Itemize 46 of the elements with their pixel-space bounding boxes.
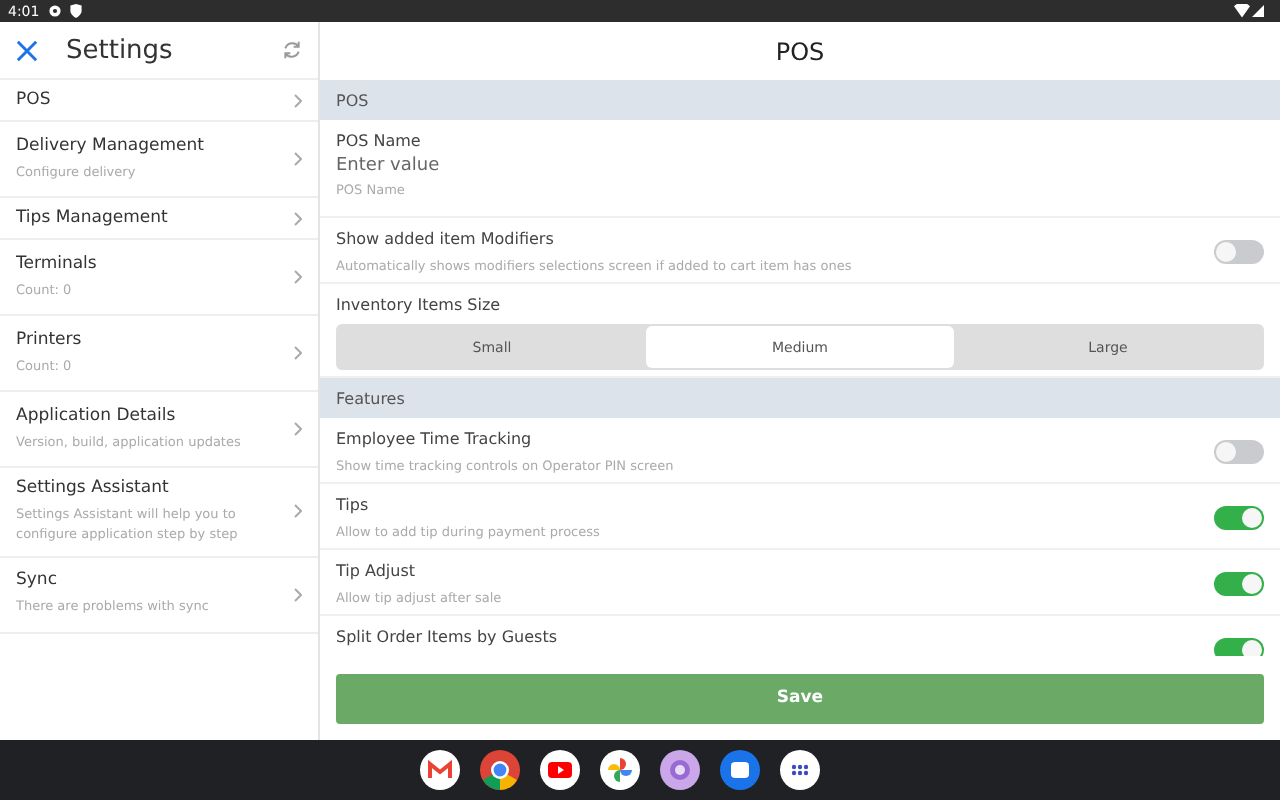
setting-label: Inventory Items Size	[336, 296, 503, 314]
close-icon[interactable]	[16, 39, 38, 61]
item-title: Delivery Management	[16, 135, 206, 156]
setting-label: Show added item Modifiers	[336, 230, 556, 248]
messages-app-icon[interactable]	[720, 750, 760, 790]
refresh-icon[interactable]	[282, 40, 302, 60]
section-header: POS	[320, 80, 1280, 120]
shield-icon	[69, 4, 82, 18]
chevron-icon	[294, 587, 302, 601]
item-title: Tips Management	[16, 208, 170, 228]
page-title: POS	[773, 35, 827, 69]
chevron-icon	[294, 152, 302, 166]
app-grid-icon[interactable]	[780, 750, 820, 790]
item-title: Sync	[16, 570, 59, 591]
chevron-icon	[294, 504, 302, 519]
signal-icon	[1252, 4, 1264, 18]
chevron-icon	[294, 270, 302, 284]
setting-label: Employee Time Tracking	[336, 430, 534, 448]
item-title: Terminals	[16, 253, 99, 274]
toggle-switch[interactable]	[1214, 440, 1264, 464]
setting-label: Split Order Items by Guests	[336, 628, 559, 646]
video-app-icon[interactable]	[540, 750, 580, 790]
item-title: POS	[16, 90, 53, 110]
chevron-icon	[294, 93, 302, 107]
sidebar-title: Settings	[66, 35, 175, 65]
sidebar-item[interactable]: POS	[0, 80, 318, 122]
mail-app-icon[interactable]	[420, 750, 460, 790]
chevron-icon	[294, 346, 302, 360]
browser-app-icon[interactable]	[480, 750, 520, 790]
wifi-icon	[1234, 4, 1250, 18]
input-field[interactable]: Enter value	[336, 156, 1264, 176]
toggle-switch[interactable]	[1214, 638, 1264, 656]
toggle-switch[interactable]	[1214, 572, 1264, 596]
toggle-switch[interactable]	[1214, 506, 1264, 530]
section-header: Features	[320, 378, 1280, 418]
setting-label: Tips	[336, 496, 371, 514]
item-title: Application Details	[16, 405, 178, 426]
chevron-icon	[294, 211, 302, 225]
field-label: POS Name	[336, 132, 423, 150]
pinwheel-app-icon[interactable]	[600, 750, 640, 790]
chevron-icon	[294, 422, 302, 436]
toggle-switch[interactable]	[1214, 240, 1264, 264]
item-title: Printers	[16, 329, 84, 350]
sidebar-item[interactable]: Tips Management	[0, 198, 318, 240]
setting-label: Tip Adjust	[336, 562, 417, 580]
item-title: Settings Assistant	[16, 478, 171, 498]
